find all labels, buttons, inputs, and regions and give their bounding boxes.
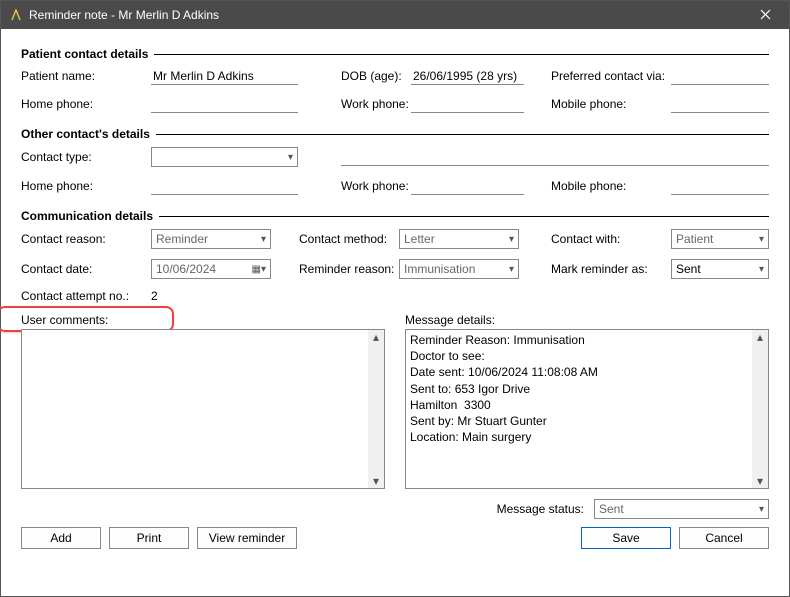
chevron-down-icon: ▾ xyxy=(509,264,514,275)
contact-type-select[interactable]: ▾ xyxy=(151,147,298,167)
preferred-contact-field[interactable] xyxy=(671,67,769,85)
chevron-down-icon: ▾ xyxy=(759,264,764,275)
chevron-down-icon: ▾ xyxy=(288,152,293,163)
p-mobile-phone-label: Mobile phone: xyxy=(551,97,626,111)
reminder-window: Reminder note - Mr Merlin D Adkins Patie… xyxy=(0,0,790,597)
contact-date-picker[interactable]: 10/06/2024 ▦▾ xyxy=(151,259,271,279)
p-mobile-phone-field[interactable] xyxy=(671,95,769,113)
chevron-down-icon: ▾ xyxy=(759,234,764,245)
contact-method-label: Contact method: xyxy=(299,232,387,246)
patient-name-field[interactable] xyxy=(151,67,298,85)
contact-type-label: Contact type: xyxy=(21,150,92,164)
o-mobile-phone-label: Mobile phone: xyxy=(551,179,626,193)
contact-with-select[interactable]: Patient ▾ xyxy=(671,229,769,249)
dialog-body: Patient contact details Patient name: DO… xyxy=(1,29,789,596)
scroll-down-icon: ▾ xyxy=(373,474,379,488)
contact-method-select[interactable]: Letter ▾ xyxy=(399,229,519,249)
scroll-down-icon: ▾ xyxy=(757,474,763,488)
contact-with-label: Contact with: xyxy=(551,232,620,246)
scroll-up-icon: ▴ xyxy=(757,330,763,344)
app-icon xyxy=(9,8,23,22)
dob-field[interactable] xyxy=(411,67,524,85)
user-comments-label: User comments: xyxy=(21,313,385,327)
chevron-down-icon: ▾ xyxy=(509,234,514,245)
patient-name-label: Patient name: xyxy=(21,69,95,83)
contact-reason-label: Contact reason: xyxy=(21,232,106,246)
scrollbar[interactable]: ▴▾ xyxy=(752,330,768,488)
mark-reminder-label: Mark reminder as: xyxy=(551,262,648,276)
o-home-phone-field[interactable] xyxy=(151,177,298,195)
chevron-down-icon: ▾ xyxy=(759,504,764,515)
o-work-phone-label: Work phone: xyxy=(341,179,409,193)
contact-attempt-label: Contact attempt no.: xyxy=(21,289,129,303)
message-details-label: Message details: xyxy=(405,313,769,327)
scroll-up-icon: ▴ xyxy=(373,330,379,344)
o-work-phone-field[interactable] xyxy=(411,177,524,195)
user-comments-textarea[interactable]: ▴▾ xyxy=(21,329,385,489)
p-work-phone-field[interactable] xyxy=(411,95,524,113)
message-status-label: Message status: xyxy=(497,502,584,516)
message-status-select[interactable]: Sent ▾ xyxy=(594,499,769,519)
section-patient-header: Patient contact details xyxy=(21,47,769,61)
cancel-button[interactable]: Cancel xyxy=(679,527,769,549)
add-button[interactable]: Add xyxy=(21,527,101,549)
section-other-header: Other contact's details xyxy=(21,127,769,141)
calendar-icon: ▦▾ xyxy=(252,264,266,275)
o-home-phone-label: Home phone: xyxy=(21,179,93,193)
section-comm-header: Communication details xyxy=(21,209,769,223)
print-button[interactable]: Print xyxy=(109,527,189,549)
p-home-phone-field[interactable] xyxy=(151,95,298,113)
reminder-reason-select[interactable]: Immunisation ▾ xyxy=(399,259,519,279)
dob-label: DOB (age): xyxy=(341,69,402,83)
p-home-phone-label: Home phone: xyxy=(21,97,93,111)
view-reminder-button[interactable]: View reminder xyxy=(197,527,297,549)
contact-date-label: Contact date: xyxy=(21,262,92,276)
scrollbar[interactable]: ▴▾ xyxy=(368,330,384,488)
save-button[interactable]: Save xyxy=(581,527,671,549)
chevron-down-icon: ▾ xyxy=(261,234,266,245)
p-work-phone-label: Work phone: xyxy=(341,97,409,111)
window-title: Reminder note - Mr Merlin D Adkins xyxy=(29,8,749,22)
contact-reason-select[interactable]: Reminder ▾ xyxy=(151,229,271,249)
contact-attempt-value: 2 xyxy=(151,289,158,303)
close-icon[interactable] xyxy=(749,7,781,23)
o-mobile-phone-field[interactable] xyxy=(671,177,769,195)
titlebar: Reminder note - Mr Merlin D Adkins xyxy=(1,1,789,29)
message-details-textarea[interactable]: Reminder Reason: Immunisation Doctor to … xyxy=(405,329,769,489)
other-contact-name-field[interactable] xyxy=(341,148,769,166)
reminder-reason-label: Reminder reason: xyxy=(299,262,394,276)
mark-reminder-select[interactable]: Sent ▾ xyxy=(671,259,769,279)
preferred-contact-label: Preferred contact via: xyxy=(551,69,665,83)
